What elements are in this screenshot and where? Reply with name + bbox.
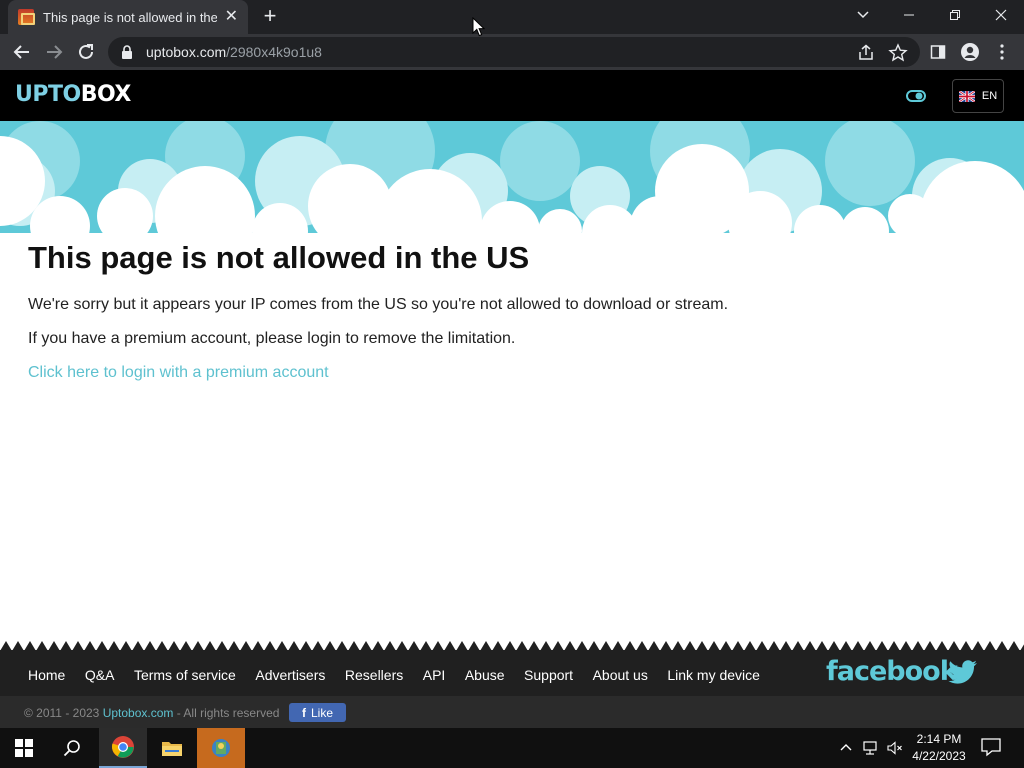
new-tab-button[interactable]: + (258, 5, 282, 29)
tab-title: This page is not allowed in the U (43, 9, 217, 25)
clock-date: 4/22/2023 (912, 749, 966, 763)
site-favicon-icon (18, 9, 35, 25)
restriction-message: We're sorry but it appears your IP comes… (28, 296, 729, 313)
taskbar-clock[interactable]: 2:14 PM 4/22/2023 (908, 731, 970, 765)
minimize-button[interactable] (886, 0, 932, 30)
browser-toolbar: uptobox.com/2980x4k9o1u8 (0, 34, 1024, 70)
side-panel-icon[interactable] (926, 40, 950, 64)
notification-icon[interactable] (980, 736, 1002, 758)
windows-start-icon[interactable] (0, 728, 48, 768)
browser-tab-bar: This page is not allowed in the U ✕ + (0, 0, 1024, 34)
restore-button[interactable] (932, 0, 978, 30)
facebook-logo[interactable]: facebook (826, 656, 958, 687)
footer-nav: Home Q&A Terms of service Advertisers Resell… (0, 650, 1024, 696)
chevron-up-icon[interactable] (838, 740, 854, 756)
footer-link-terms-of-service[interactable]: Terms of service (134, 667, 236, 683)
url-path: /2980x4k9o1u8 (226, 44, 322, 60)
lock-icon (122, 45, 132, 59)
close-tab-icon[interactable]: ✕ (225, 9, 238, 25)
footer-link-support[interactable]: Support (524, 667, 573, 683)
chrome-taskbar-icon[interactable] (99, 728, 147, 768)
clock-time: 2:14 PM (916, 732, 962, 746)
main-content: This page is not allowed in the US We're… (28, 240, 1008, 382)
uk-flag-icon (958, 90, 975, 102)
theme-toggle-icon[interactable] (906, 89, 926, 103)
copyright-text: © 2011 - 2023 Uptobox.com - All rights r… (24, 706, 280, 720)
footer-link-resellers[interactable]: Resellers (345, 667, 403, 683)
mouse-cursor-icon (472, 17, 485, 37)
like-label: Like (310, 705, 333, 720)
windows-taskbar: 2:14 PM 4/22/2023 (0, 728, 1024, 768)
browser-tab[interactable]: This page is not allowed in the U ✕ (8, 0, 248, 34)
footer-links: Home Q&A Terms of service Advertisers Resell… (28, 667, 779, 683)
back-icon[interactable] (10, 40, 34, 64)
site-logo[interactable]: UPTOBOX (15, 82, 131, 107)
footer-link-link-my-device[interactable]: Link my device (667, 667, 760, 683)
tab-search-icon[interactable] (852, 6, 874, 24)
search-icon[interactable] (48, 728, 96, 768)
share-icon[interactable] (856, 43, 876, 63)
file-explorer-icon[interactable] (148, 728, 196, 768)
premium-login-link[interactable]: Click here to login with a premium accou… (28, 364, 329, 382)
footer-link-api[interactable]: API (423, 667, 446, 683)
footer-link-q-a[interactable]: Q&A (85, 667, 115, 683)
page-title: This page is not allowed in the US (28, 240, 530, 275)
volume-muted-icon[interactable] (886, 740, 904, 756)
app-taskbar-icon[interactable] (197, 728, 245, 768)
system-tray (838, 728, 904, 768)
twitter-icon[interactable] (948, 660, 978, 684)
premium-note: If you have a premium account, please lo… (28, 330, 516, 347)
site-header: UPTOBOX EN (0, 70, 1024, 121)
facebook-like-button[interactable]: f Like (289, 703, 346, 722)
language-selector[interactable]: EN (952, 79, 1004, 113)
footer-link-advertisers[interactable]: Advertisers (255, 667, 325, 683)
footer-link-home[interactable]: Home (28, 667, 65, 683)
forward-icon[interactable] (42, 40, 66, 64)
language-label: EN (981, 90, 998, 102)
menu-kebab-icon[interactable] (990, 40, 1014, 64)
reload-icon[interactable] (74, 40, 98, 64)
url-host: uptobox.com (146, 44, 227, 60)
close-window-button[interactable] (978, 0, 1024, 30)
copyright-brand-link[interactable]: Uptobox.com (103, 706, 174, 720)
facebook-f-icon: f (301, 705, 306, 720)
footer-copyright-bar: © 2011 - 2023 Uptobox.com - All rights r… (0, 696, 1024, 728)
footer-link-abuse[interactable]: Abuse (465, 667, 505, 683)
bookmark-star-icon[interactable] (888, 43, 908, 63)
footer-link-about-us[interactable]: About us (593, 667, 648, 683)
network-icon[interactable] (862, 740, 880, 756)
profile-icon[interactable] (958, 40, 982, 64)
address-bar[interactable]: uptobox.com/2980x4k9o1u8 (108, 37, 920, 67)
cloud-banner (0, 121, 1024, 246)
